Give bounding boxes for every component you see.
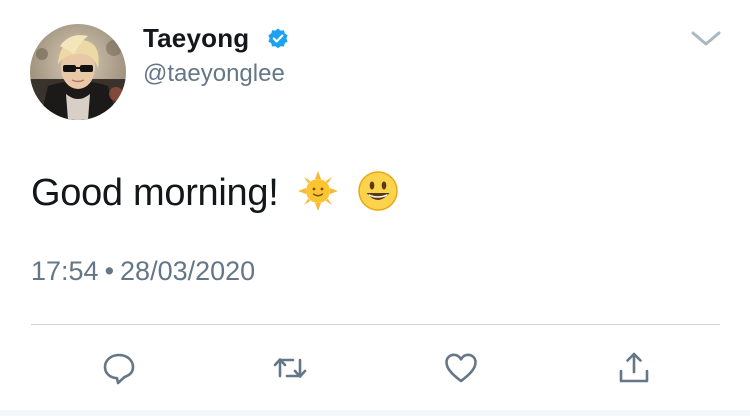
share-icon[interactable] xyxy=(616,350,652,386)
sun-with-face-emoji-icon xyxy=(297,170,339,212)
like-icon[interactable] xyxy=(443,350,479,386)
user-handle[interactable]: @taeyonglee xyxy=(143,60,285,88)
avatar[interactable] xyxy=(30,24,126,120)
bottom-edge xyxy=(0,410,750,416)
tweet-time: 17:54 xyxy=(31,256,99,286)
divider xyxy=(31,324,720,325)
tweet-text: Good morning! xyxy=(31,170,399,216)
reply-icon[interactable] xyxy=(101,350,137,386)
tweet-date: 28/03/2020 xyxy=(120,256,256,286)
display-name[interactable]: Taeyong xyxy=(143,23,249,54)
verified-badge-icon xyxy=(266,27,290,51)
tweet-text-content: Good morning! xyxy=(31,172,279,214)
tweet-card: Taeyong @taeyonglee Good morning! 17:54 … xyxy=(0,0,750,416)
tweet-timestamp[interactable]: 17:54 • 28/03/2020 xyxy=(31,256,255,287)
timestamp-separator: • xyxy=(104,256,115,286)
chevron-down-icon[interactable] xyxy=(690,28,722,50)
grinning-face-emoji-icon xyxy=(357,170,399,212)
retweet-icon[interactable] xyxy=(272,350,308,386)
